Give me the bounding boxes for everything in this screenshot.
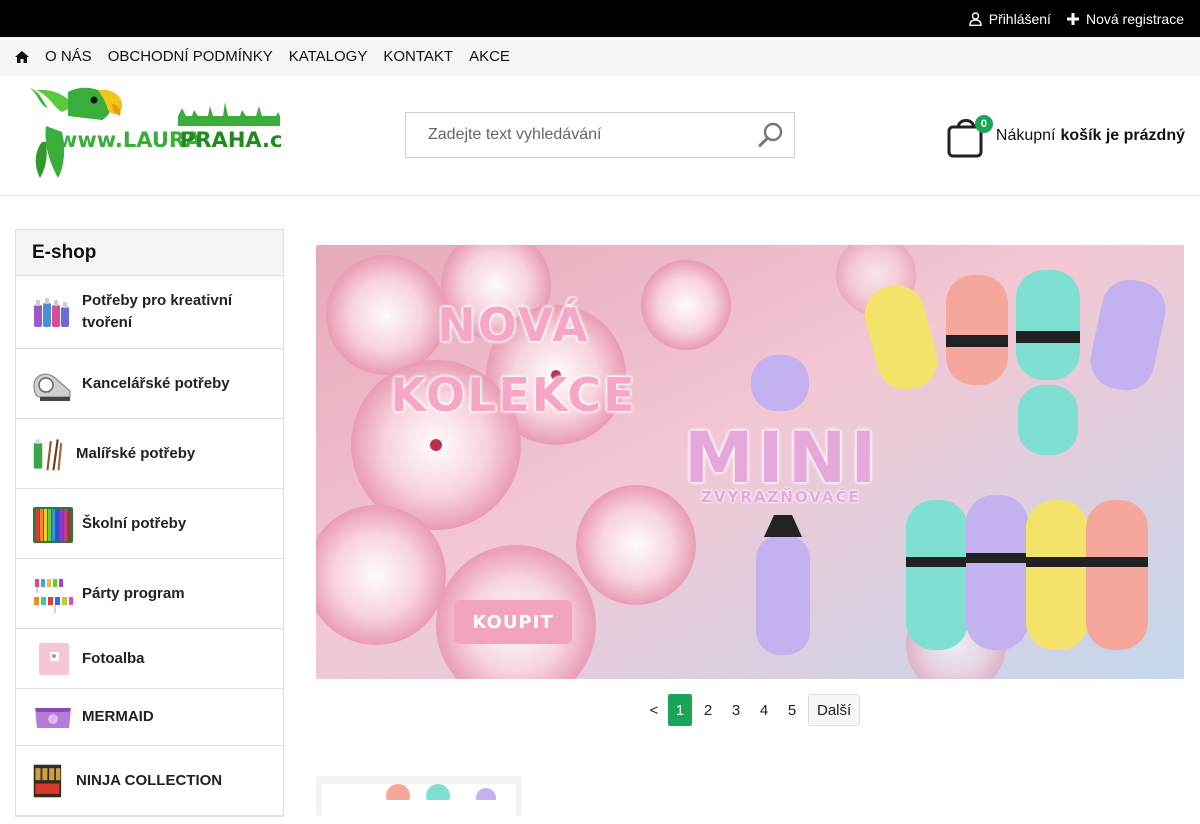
sidebar-item-party-program[interactable]: Párty program bbox=[16, 559, 283, 629]
banner-pagination: < 1 2 3 4 5 Další bbox=[640, 694, 861, 726]
sidebar-item-label: Školní potřeby bbox=[82, 514, 187, 532]
search-button[interactable] bbox=[748, 113, 794, 157]
nav-item-akce[interactable]: AKCE bbox=[469, 48, 510, 65]
pagination-page-2[interactable]: 2 bbox=[694, 694, 722, 726]
search-box bbox=[405, 112, 795, 158]
nav-item-katalogy[interactable]: KATALOGY bbox=[289, 48, 368, 65]
sidebar-item-label: Párty program bbox=[82, 584, 185, 602]
banner-headline-line2: KOLEKCE bbox=[390, 368, 637, 422]
svg-text:PRAHA.cz: PRAHA.cz bbox=[180, 128, 283, 152]
sidebar-item-kancelarske-potreby[interactable]: Kancelářské potřeby bbox=[16, 349, 283, 419]
sidebar-item-mermaid[interactable]: MERMAID bbox=[16, 689, 283, 746]
top-bar: Přihlášení Nová registrace bbox=[0, 0, 1200, 37]
glitter-glue-icon bbox=[34, 298, 69, 327]
shopping-bag-icon: 0 bbox=[946, 114, 993, 158]
nav-item-kontakt[interactable]: KONTAKT bbox=[383, 48, 453, 65]
search-icon bbox=[758, 122, 783, 147]
photo-album-icon bbox=[39, 642, 69, 675]
product-card[interactable] bbox=[316, 776, 522, 824]
sidebar-item-label: MERMAID bbox=[82, 708, 154, 725]
mermaid-pencil-case-icon bbox=[35, 708, 71, 728]
nav-item-obchodni-podminky[interactable]: OBCHODNÍ PODMÍNKY bbox=[108, 48, 273, 65]
sidebar-item-malirske-potreby[interactable]: Malířské potřeby bbox=[16, 419, 283, 489]
login-label: Přihlášení bbox=[988, 10, 1051, 27]
sidebar-item-ninja-collection[interactable]: NINJA COLLECTION bbox=[16, 746, 283, 816]
category-sidebar: E-shop Potřeby pro kreativní tvoření Kan… bbox=[15, 229, 284, 817]
banner-buy-button[interactable]: KOUPIT bbox=[454, 600, 572, 644]
nav-item-o-nas[interactable]: O NÁS bbox=[45, 48, 92, 65]
home-icon[interactable] bbox=[15, 50, 29, 63]
ninja-display-icon bbox=[33, 764, 62, 797]
site-header: www.LAURA PRAHA.cz 0 Nákupní košík je pr… bbox=[0, 76, 1200, 196]
pagination-next[interactable]: Další bbox=[808, 694, 861, 726]
site-logo[interactable]: www.LAURA PRAHA.cz bbox=[28, 86, 295, 182]
pagination-prev[interactable]: < bbox=[640, 694, 668, 726]
paint-brushes-icon bbox=[33, 438, 63, 470]
cart-prefix: Nákupní bbox=[995, 127, 1056, 144]
sidebar-item-label: NINJA COLLECTION bbox=[76, 771, 223, 789]
banner-mini-text: MINI bbox=[684, 417, 881, 499]
pagination-page-3[interactable]: 3 bbox=[722, 694, 750, 726]
register-label: Nová registrace bbox=[1085, 10, 1184, 27]
sidebar-item-fotoalba[interactable]: Fotoalba bbox=[16, 629, 283, 689]
sidebar-item-label: Potřeby pro kreativní tvoření bbox=[82, 292, 233, 331]
tape-dispenser-icon bbox=[33, 373, 71, 401]
sidebar-item-skolni-potreby[interactable]: Školní potřeby bbox=[16, 489, 283, 559]
birthday-candles-icon bbox=[34, 578, 73, 613]
colored-pencils-icon bbox=[33, 506, 73, 543]
promo-banner[interactable]: NOVÁ KOLEKCE MINI ZVÝRAZŇOVAČE KOUPIT bbox=[316, 245, 1184, 679]
cart-summary[interactable]: 0 Nákupní košík je prázdný bbox=[946, 114, 1185, 158]
register-link[interactable]: Nová registrace bbox=[1066, 10, 1184, 27]
banner-headline: NOVÁ KOLEKCE bbox=[316, 290, 711, 430]
banner-subtitle: ZVÝRAZŇOVAČE bbox=[701, 488, 861, 506]
plus-icon bbox=[1066, 12, 1079, 25]
cart-status: košík je prázdný bbox=[1060, 127, 1186, 144]
main-nav: O NÁS OBCHODNÍ PODMÍNKY KATALOGY KONTAKT… bbox=[0, 37, 1200, 76]
pagination-page-1[interactable]: 1 bbox=[668, 694, 692, 726]
sidebar-item-label: Fotoalba bbox=[82, 649, 145, 667]
product-image bbox=[322, 784, 516, 824]
user-icon bbox=[968, 11, 982, 26]
sidebar-item-kreativni-tvoreni[interactable]: Potřeby pro kreativní tvoření bbox=[16, 276, 283, 349]
sidebar-item-label: Kancelářské potřeby bbox=[82, 374, 230, 392]
search-input[interactable] bbox=[406, 113, 748, 157]
login-link[interactable]: Přihlášení bbox=[968, 10, 1051, 27]
banner-headline-line1: NOVÁ bbox=[437, 298, 590, 352]
sidebar-item-label: Malířské potřeby bbox=[76, 444, 196, 462]
pagination-page-5[interactable]: 5 bbox=[778, 694, 806, 726]
sidebar-title: E-shop bbox=[16, 230, 283, 276]
cart-count-badge: 0 bbox=[974, 115, 993, 133]
pagination-page-4[interactable]: 4 bbox=[750, 694, 778, 726]
